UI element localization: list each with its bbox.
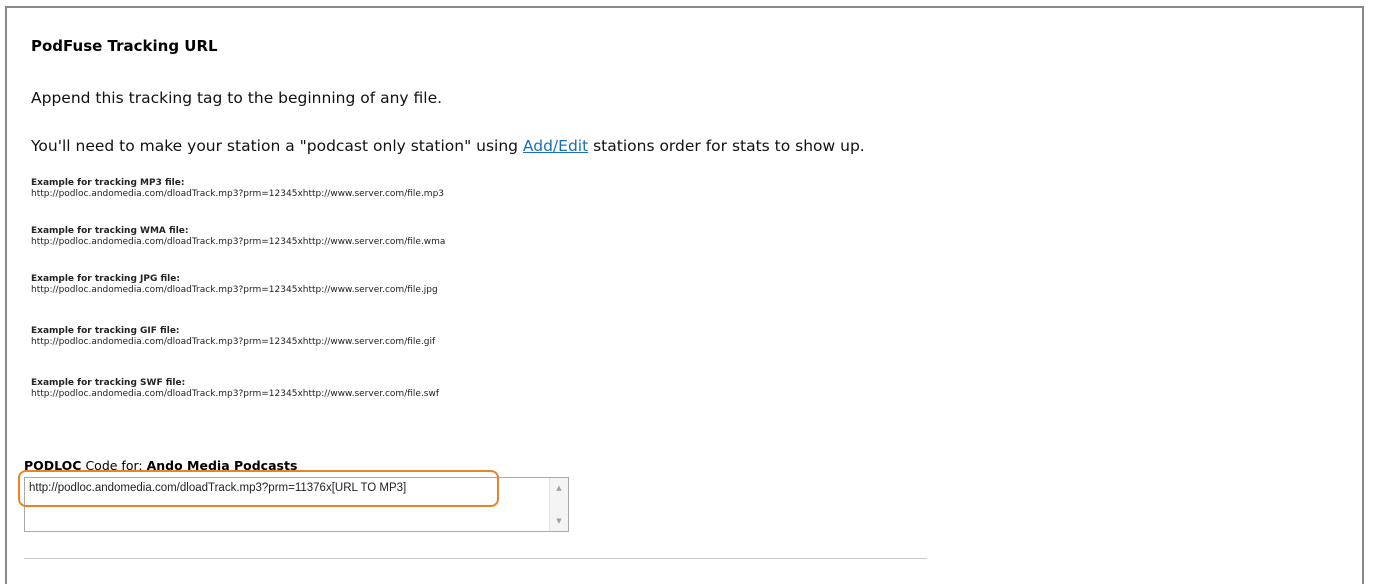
podloc-label-mid: Code for: [81,458,147,473]
intro-text: Append this tracking tag to the beginnin… [31,89,443,107]
divider [24,558,927,559]
example-swf: Example for tracking SWF file: http://po… [31,378,439,400]
podloc-station-name: Ando Media Podcasts [146,458,298,473]
station-note: You'll need to make your station a "podc… [31,137,865,155]
example-url: http://podloc.andomedia.com/dloadTrack.m… [31,285,438,295]
podloc-code-value[interactable]: http://podloc.andomedia.com/dloadTrack.m… [29,482,406,494]
textarea-scrollbar[interactable]: ▲ ▼ [549,478,568,531]
page-title: PodFuse Tracking URL [31,37,218,55]
example-url: http://podloc.andomedia.com/dloadTrack.m… [31,337,436,347]
example-label: Example for tracking SWF file: [31,378,186,388]
example-wma: Example for tracking WMA file: http://po… [31,226,445,248]
example-url: http://podloc.andomedia.com/dloadTrack.m… [31,189,445,199]
scroll-down-arrow-icon[interactable]: ▼ [550,513,568,529]
example-label: Example for tracking JPG file: [31,274,180,284]
podloc-label: PODLOC Code for: Ando Media Podcasts [24,458,297,473]
scroll-up-arrow-icon[interactable]: ▲ [550,480,568,496]
example-gif: Example for tracking GIF file: http://po… [31,326,435,348]
example-url: http://podloc.andomedia.com/dloadTrack.m… [31,389,440,399]
note-text-before: You'll need to make your station a "podc… [31,137,523,155]
note-text-after: stations order for stats to show up. [588,137,865,155]
example-mp3: Example for tracking MP3 file: http://po… [31,178,444,200]
add-edit-link[interactable]: Add/Edit [523,137,588,155]
example-label: Example for tracking GIF file: [31,326,180,336]
podloc-code-textarea[interactable]: http://podloc.andomedia.com/dloadTrack.m… [24,477,569,532]
example-label: Example for tracking MP3 file: [31,178,185,188]
example-jpg: Example for tracking JPG file: http://po… [31,274,438,296]
example-url: http://podloc.andomedia.com/dloadTrack.m… [31,237,446,247]
example-label: Example for tracking WMA file: [31,226,189,236]
podloc-label-bold: PODLOC [24,458,82,473]
